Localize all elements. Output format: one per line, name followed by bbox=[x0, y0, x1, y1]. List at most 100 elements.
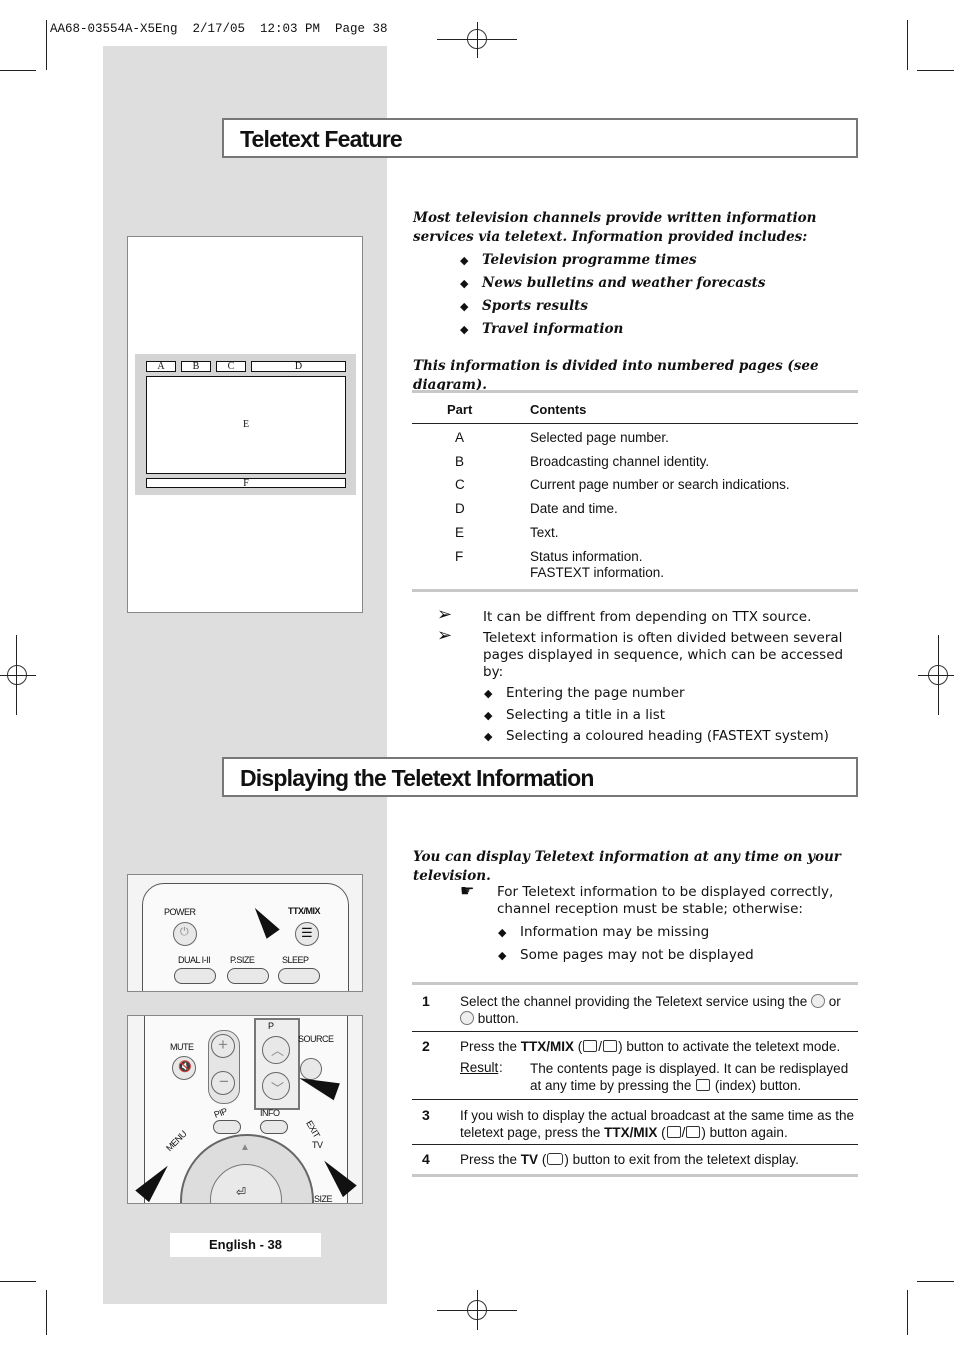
chevron-up-icon: ︿ bbox=[271, 1043, 285, 1058]
sleep-button bbox=[278, 968, 320, 984]
section-title-box: Teletext Feature bbox=[222, 118, 858, 158]
result-label: Result bbox=[460, 1060, 499, 1075]
remote-illustration-bottom: MUTE 🔇 + − P ︿ ﹀ SOURCE PIP INFO MENU EX… bbox=[127, 1015, 363, 1204]
table-row: F Status information. FASTEXT information. bbox=[455, 549, 665, 580]
channel-up-button-icon bbox=[810, 994, 825, 1008]
caution-item: ☛ For Teletext information to be display… bbox=[460, 881, 834, 917]
diagram-part-b: B bbox=[181, 361, 211, 372]
diamond-bullet-icon: ◆ bbox=[460, 323, 469, 336]
caution-block: ☛ For Teletext information to be display… bbox=[460, 881, 860, 970]
list-item: ◆ Television programme times bbox=[460, 252, 697, 268]
volume-down-button: − bbox=[211, 1071, 235, 1095]
list-item: ◆ News bulletins and weather forecasts bbox=[460, 275, 766, 291]
page-footer: English - 38 bbox=[170, 1233, 321, 1257]
mute-button: 🔇 bbox=[172, 1056, 196, 1080]
channel-down-button-icon bbox=[460, 1011, 474, 1025]
notes-block: ➢ It can be diffrent from depending on T… bbox=[437, 604, 857, 750]
mix-icon bbox=[603, 1040, 618, 1052]
crop-mark bbox=[917, 70, 954, 71]
registration-mark-line bbox=[0, 675, 36, 676]
note-item: ➢ It can be diffrent from depending on T… bbox=[437, 604, 812, 626]
pointing-hand-icon: ☛ bbox=[460, 881, 475, 900]
remote-illustration-top: POWER ⏻ TTX/MIX ☰ DUAL I-II P.SIZE SLEEP bbox=[127, 874, 363, 992]
registration-mark-line bbox=[918, 675, 954, 676]
power-button: ⏻ bbox=[173, 922, 197, 946]
diamond-bullet-icon: ◆ bbox=[460, 277, 469, 290]
table-row: E Text. bbox=[455, 525, 559, 540]
step-row: 1 Select the channel providing the Telet… bbox=[422, 993, 841, 1026]
crop-mark bbox=[46, 20, 47, 70]
dual-button bbox=[174, 968, 216, 984]
section-title-box: Displaying the Teletext Information bbox=[222, 757, 858, 797]
index-icon bbox=[696, 1079, 711, 1091]
diamond-bullet-icon: ◆ bbox=[484, 687, 493, 700]
crop-mark bbox=[917, 1281, 954, 1282]
registration-mark-line bbox=[16, 635, 17, 715]
crop-mark bbox=[907, 20, 908, 70]
psize-button bbox=[227, 968, 269, 984]
diagram-part-d: D bbox=[251, 361, 346, 372]
table-body: A Selected page number. B Broadcasting cha… bbox=[412, 424, 858, 589]
pip-button bbox=[213, 1120, 241, 1134]
channel-up-button: ︿ bbox=[262, 1036, 290, 1064]
info-button bbox=[260, 1120, 288, 1134]
print-slug: AA68-03554A-X5Eng 2/17/05 12:03 PM Page … bbox=[50, 22, 388, 36]
caution-bullet-list: ◆ Information may be missing ◆ Some pages … bbox=[460, 924, 860, 970]
power-icon: ⏻ bbox=[180, 926, 189, 938]
enter-button: ⏎ bbox=[210, 1164, 282, 1203]
intro-text: Most television channels provide written… bbox=[413, 210, 817, 245]
table-row: C Current page number or search indicatio… bbox=[455, 477, 790, 492]
section-title: Teletext Feature bbox=[240, 126, 403, 152]
note-bullet-list: ◆ Entering the page number ◆ Selecting a t… bbox=[437, 685, 857, 750]
enter-icon: ⏎ bbox=[236, 1185, 247, 1199]
column-header-contents: Contents bbox=[530, 402, 587, 417]
diamond-bullet-icon: ◆ bbox=[484, 708, 493, 722]
diagram-part-a: A bbox=[146, 361, 176, 372]
ttx-icon bbox=[583, 1040, 598, 1052]
info-bullet-list: ◆ Television programme times ◆ News bullet… bbox=[460, 251, 860, 343]
list-item: ◆ Selecting a title in a list bbox=[484, 706, 666, 723]
list-item: ◆ Selecting a coloured heading (FASTEXT s… bbox=[484, 728, 829, 744]
ttx-mix-button: ☰ bbox=[295, 922, 319, 946]
diagram-part-f: F bbox=[146, 478, 346, 489]
registration-mark-line bbox=[477, 1290, 478, 1330]
note-item: ➢ Teletext information is often divided … bbox=[437, 625, 844, 681]
list-item: ◆ Entering the page number bbox=[484, 685, 685, 701]
list-item: ◆ Travel information bbox=[460, 321, 624, 337]
diamond-bullet-icon: ◆ bbox=[484, 730, 493, 743]
tv-icon bbox=[547, 1153, 564, 1165]
parts-table: Part Contents A Selected page number. B Br… bbox=[412, 390, 858, 592]
volume-rocker: + − bbox=[208, 1030, 240, 1104]
diamond-bullet-icon: ◆ bbox=[460, 300, 469, 313]
step-row: 3 If you wish to display the actual broa… bbox=[422, 1107, 854, 1140]
mix-icon bbox=[686, 1126, 701, 1138]
steps-table: 1 Select the channel providing the Telet… bbox=[412, 982, 858, 1178]
diagram-part-e: E bbox=[146, 376, 346, 474]
diamond-bullet-icon: ◆ bbox=[498, 926, 507, 939]
column-header-part: Part bbox=[447, 402, 473, 417]
arrow-note-icon: ➢ bbox=[437, 625, 453, 646]
diamond-bullet-icon: ◆ bbox=[460, 254, 469, 267]
step-row: 2 Press the TTX/MIX (/) button to activa… bbox=[422, 1038, 849, 1093]
registration-mark-line bbox=[938, 635, 939, 715]
section-title: Displaying the Teletext Information bbox=[240, 765, 594, 791]
list-item: ◆ Information may be missing bbox=[498, 924, 710, 940]
diagram-part-c: C bbox=[216, 361, 246, 372]
mute-icon: 🔇 bbox=[178, 1061, 192, 1073]
crop-mark bbox=[0, 70, 36, 71]
arrow-note-icon: ➢ bbox=[437, 604, 453, 625]
list-item: ◆ Some pages may not be displayed bbox=[498, 947, 754, 963]
table-row: A Selected page number. bbox=[455, 430, 669, 445]
crop-mark bbox=[0, 1281, 36, 1282]
table-row: D Date and time. bbox=[455, 501, 618, 516]
crop-mark bbox=[46, 1290, 47, 1335]
diamond-bullet-icon: ◆ bbox=[498, 949, 507, 962]
arrow-up-icon: ▲ bbox=[240, 1142, 250, 1153]
teletext-screen-diagram: A B C D E F bbox=[135, 354, 356, 495]
channel-rocker-highlight: P ︿ ﹀ bbox=[254, 1018, 300, 1110]
ttx-icon bbox=[666, 1126, 681, 1138]
list-item: ◆ Sports results bbox=[460, 298, 588, 314]
chevron-down-icon: ﹀ bbox=[271, 1081, 285, 1096]
channel-down-button: ﹀ bbox=[262, 1072, 290, 1100]
volume-up-button: + bbox=[211, 1034, 235, 1058]
